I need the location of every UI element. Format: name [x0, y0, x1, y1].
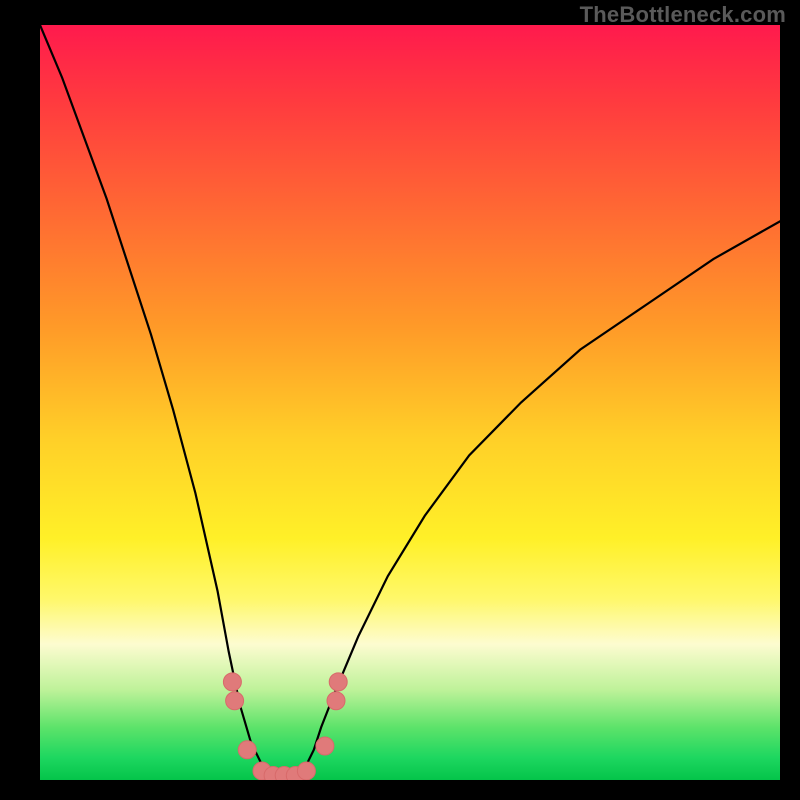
curve-marker	[297, 762, 315, 780]
bottleneck-curve	[40, 25, 780, 776]
watermark-text: TheBottleneck.com	[580, 2, 786, 28]
curve-marker	[238, 741, 256, 759]
bottleneck-curve-svg	[40, 25, 780, 780]
chart-plot-area	[40, 25, 780, 780]
curve-markers	[223, 673, 347, 780]
chart-frame: TheBottleneck.com	[0, 0, 800, 800]
curve-marker	[327, 692, 345, 710]
curve-marker	[223, 673, 241, 691]
curve-marker	[226, 692, 244, 710]
curve-marker	[329, 673, 347, 691]
curve-marker	[316, 737, 334, 755]
